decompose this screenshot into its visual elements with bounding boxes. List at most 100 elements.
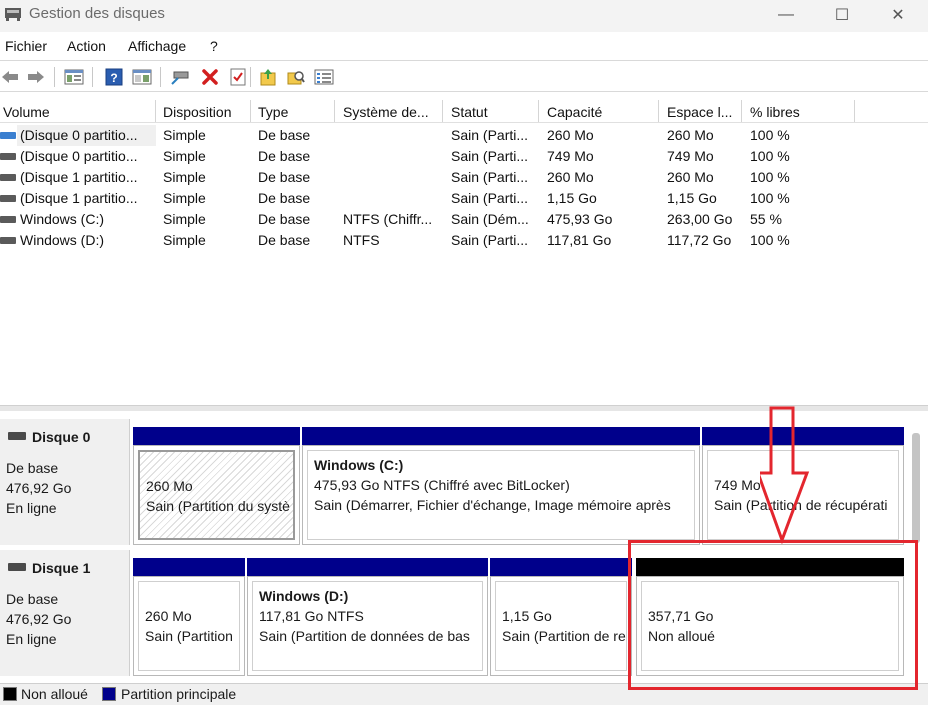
upload-icon[interactable]	[258, 67, 278, 87]
menu-action[interactable]: Action	[67, 38, 106, 54]
volume-layout: Simple	[163, 169, 206, 185]
delete-icon[interactable]	[200, 67, 220, 87]
disk-0-info[interactable]: Disque 0 De base 476,92 Go En ligne	[0, 419, 130, 545]
volume-row[interactable]: Windows (D:) Simple De base NTFS Sain (P…	[0, 230, 928, 251]
connect-drive-icon[interactable]	[170, 67, 190, 87]
back-icon[interactable]	[0, 67, 20, 87]
partition-block[interactable]: Windows (D:) 117,81 Go NTFS Sain (Partit…	[247, 558, 488, 676]
search-folder-icon[interactable]	[286, 67, 306, 87]
partition-bar	[133, 558, 245, 576]
partition-content: Windows (D:) 117,81 Go NTFS Sain (Partit…	[252, 581, 483, 671]
volume-name: (Disque 0 partitio...	[20, 148, 138, 164]
partition-block[interactable]: 1,15 Go Sain (Partition de re	[490, 558, 632, 676]
volume-free-space: 749 Mo	[667, 148, 714, 164]
partition-block[interactable]: Windows (C:) 475,93 Go NTFS (Chiffré ave…	[302, 427, 700, 545]
console-tree-icon[interactable]	[64, 67, 84, 87]
column-disposition[interactable]: Disposition	[163, 104, 231, 120]
volume-row[interactable]: (Disque 0 partitio... Simple De base Sai…	[0, 146, 928, 167]
partition-bar	[302, 427, 700, 445]
menu-fichier[interactable]: Fichier	[5, 38, 47, 54]
column-divider[interactable]	[442, 100, 443, 122]
volume-row[interactable]: (Disque 1 partitio... Simple De base Sai…	[0, 167, 928, 188]
disk-status: En ligne	[6, 500, 57, 516]
volume-name: (Disque 1 partitio...	[20, 190, 138, 206]
volume-type: De base	[258, 169, 311, 185]
column-status[interactable]: Statut	[451, 104, 488, 120]
volume-row[interactable]: (Disque 0 partitio... Simple De base Sai…	[0, 125, 928, 146]
partition-status: Sain (Partition	[145, 628, 233, 644]
volume-percent-free: 100 %	[750, 127, 790, 143]
volume-name: (Disque 0 partitio...	[20, 127, 138, 143]
volume-capacity: 475,93 Go	[547, 211, 613, 227]
volume-type: De base	[258, 148, 311, 164]
column-capacity[interactable]: Capacité	[547, 104, 602, 120]
column-type[interactable]: Type	[258, 104, 288, 120]
disk-1-info[interactable]: Disque 1 De base 476,92 Go En ligne	[0, 550, 130, 676]
column-divider[interactable]	[155, 100, 156, 122]
forward-icon[interactable]	[26, 67, 46, 87]
volume-name: Windows (D:)	[20, 232, 105, 248]
partition-content: Windows (C:) 475,93 Go NTFS (Chiffré ave…	[307, 450, 695, 540]
column-free-space[interactable]: Espace l...	[667, 104, 732, 120]
partition-block[interactable]: 260 Mo Sain (Partition	[133, 558, 245, 676]
toolbar: ?	[0, 60, 928, 92]
help-icon[interactable]: ?	[104, 67, 124, 87]
volume-icon	[0, 195, 16, 202]
volume-capacity: 260 Mo	[547, 169, 594, 185]
volume-percent-free: 100 %	[750, 232, 790, 248]
close-button[interactable]: ✕	[872, 0, 924, 30]
partition-bar	[133, 427, 300, 445]
column-divider[interactable]	[538, 100, 539, 122]
volume-capacity: 749 Mo	[547, 148, 594, 164]
list-view-icon[interactable]	[314, 67, 334, 87]
checklist-icon[interactable]	[228, 67, 248, 87]
column-divider[interactable]	[250, 100, 251, 122]
volume-type: De base	[258, 211, 311, 227]
volume-icon	[0, 237, 16, 244]
volume-file-system: NTFS (Chiffr...	[343, 211, 433, 227]
column-divider[interactable]	[658, 100, 659, 122]
column-divider[interactable]	[854, 100, 855, 122]
volume-name: (Disque 1 partitio...	[20, 169, 138, 185]
column-percent-free[interactable]: % libres	[750, 104, 800, 120]
volume-capacity: 117,81 Go	[547, 232, 612, 248]
partition-title: Windows (D:)	[259, 588, 349, 604]
column-file-system[interactable]: Système de...	[343, 104, 429, 120]
volume-type: De base	[258, 127, 311, 143]
column-divider[interactable]	[334, 100, 335, 122]
volume-icon	[0, 216, 16, 223]
volume-list: Volume Disposition Type Système de... St…	[0, 100, 928, 405]
volume-type: De base	[258, 232, 311, 248]
menu-affichage[interactable]: Affichage	[128, 38, 186, 54]
volume-percent-free: 55 %	[750, 211, 782, 227]
partition-size: 260 Mo	[145, 608, 192, 624]
toolbar-separator	[250, 67, 251, 87]
partition-bar	[490, 558, 632, 576]
volume-layout: Simple	[163, 232, 206, 248]
properties-icon[interactable]	[132, 67, 152, 87]
maximize-button[interactable]: ☐	[816, 0, 868, 30]
toolbar-separator	[160, 67, 161, 87]
window-title: Gestion des disques	[29, 5, 165, 22]
volume-status: Sain (Parti...	[451, 232, 529, 248]
legend-label-primary: Partition principale	[121, 686, 237, 702]
column-divider[interactable]	[741, 100, 742, 122]
partition-size: 475,93 Go NTFS (Chiffré avec BitLocker)	[314, 477, 570, 493]
disk-size: 476,92 Go	[6, 611, 72, 627]
column-volume[interactable]: Volume	[3, 104, 50, 120]
volume-free-space: 263,00 Go	[667, 211, 733, 227]
minimize-button[interactable]: —	[760, 0, 812, 30]
svg-text:?: ?	[110, 71, 117, 85]
partition-content: 260 Mo Sain (Partition	[138, 581, 240, 671]
volume-row[interactable]: Windows (C:) Simple De base NTFS (Chiffr…	[0, 209, 928, 230]
partition-block[interactable]: 260 Mo Sain (Partition du systè	[133, 427, 300, 545]
vertical-scrollbar-thumb[interactable]	[912, 433, 920, 543]
toolbar-separator	[92, 67, 93, 87]
toolbar-separator	[54, 67, 55, 87]
volume-row[interactable]: (Disque 1 partitio... Simple De base Sai…	[0, 188, 928, 209]
menu-help[interactable]: ?	[210, 38, 218, 54]
volume-percent-free: 100 %	[750, 148, 790, 164]
volume-layout: Simple	[163, 190, 206, 206]
volume-status: Sain (Dém...	[451, 211, 529, 227]
partition-body: 260 Mo Sain (Partition	[133, 576, 245, 676]
